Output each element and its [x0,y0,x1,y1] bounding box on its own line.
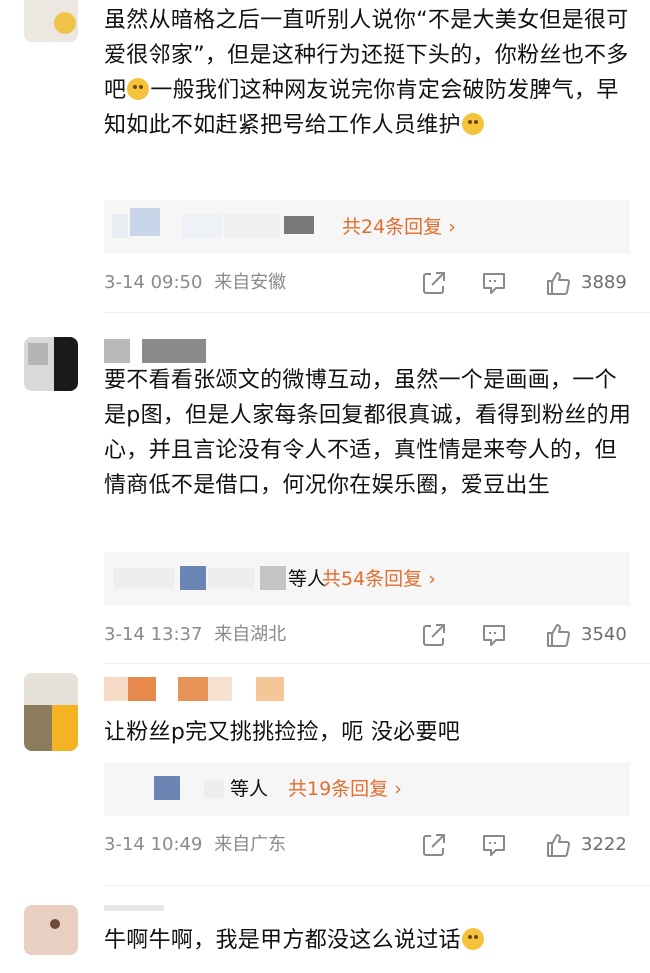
reply-users: 等人 [288,568,327,590]
thumbs-up-icon[interactable] [544,621,572,649]
comment-icon[interactable] [480,269,508,297]
comment-time: 3-14 10:49 [104,834,203,855]
comment-item: 要不看看张颂文的微博互动，虽然一个是画画，一个是p图，但是人家每条回复都很真诚，… [0,325,650,665]
reply-count-link[interactable]: 共54条回复 › [322,566,436,592]
reply-count-link[interactable]: 共19条回复 › [288,776,402,802]
avatar[interactable] [24,0,78,42]
avatar[interactable] [24,337,78,391]
comment-item: 牛啊牛啊，我是甲方都没这么说过话 [0,895,650,973]
comment-actions: 3889 [420,269,632,297]
like-count: 3540 [581,624,627,645]
reply-preview[interactable]: 等人 共19条回复 › [104,762,630,816]
comment-icon[interactable] [480,831,508,859]
share-icon[interactable] [420,269,448,297]
comment-actions: 3540 [420,621,632,649]
share-icon[interactable] [420,621,448,649]
emoji-icon [461,928,484,950]
reply-preview[interactable]: 共24条回复 › [104,200,630,254]
comment-location: 来自广东 [214,834,287,855]
comment-time: 3-14 09:50 [104,272,203,293]
comment-text: 牛啊牛啊，我是甲方都没这么说过话 [104,923,634,958]
like-count: 3889 [581,272,627,293]
comment-item: 虽然从暗格之后一直听别人说你“不是大美女但是很可爱很邻家”，但是这种行为还挺下头… [0,0,650,325]
comment-text: 让粉丝p完又挑挑捡捡，呃 没必要吧 [104,720,461,745]
avatar[interactable] [24,905,78,955]
comment-time: 3-14 13:37 [104,624,203,645]
comment-icon[interactable] [480,621,508,649]
comment-meta: 3-14 13:37 来自湖北 [104,623,286,647]
thumbs-up-icon[interactable] [544,831,572,859]
thumbs-up-icon[interactable] [544,269,572,297]
divider [104,312,650,313]
comment-meta: 3-14 10:49 来自广东 [104,833,286,857]
comment-actions: 3222 [420,831,632,859]
comment-location: 来自安徽 [214,272,287,293]
comment-text: 虽然从暗格之后一直听别人说你“不是大美女但是很可爱很邻家”，但是这种行为还挺下头… [104,8,629,138]
reply-preview[interactable]: 等人 共54条回复 › [104,552,630,606]
reply-users: 等人 [230,778,269,800]
emoji-icon [461,113,484,135]
comment-meta: 3-14 09:50 来自安徽 [104,271,286,295]
like-count: 3222 [581,834,627,855]
emoji-icon [127,78,150,100]
comment-text: 要不看看张颂文的微博互动，虽然一个是画画，一个是p图，但是人家每条回复都很真诚，… [104,368,632,498]
divider [104,885,650,886]
comment-item: 让粉丝p完又挑挑捡捡，呃 没必要吧 等人 共19条回复 › 3-14 10:49… [0,665,650,895]
reply-count-link[interactable]: 共24条回复 › [342,214,456,240]
comment-location: 来自湖北 [214,624,287,645]
share-icon[interactable] [420,831,448,859]
avatar[interactable] [24,673,78,751]
divider [104,663,650,664]
